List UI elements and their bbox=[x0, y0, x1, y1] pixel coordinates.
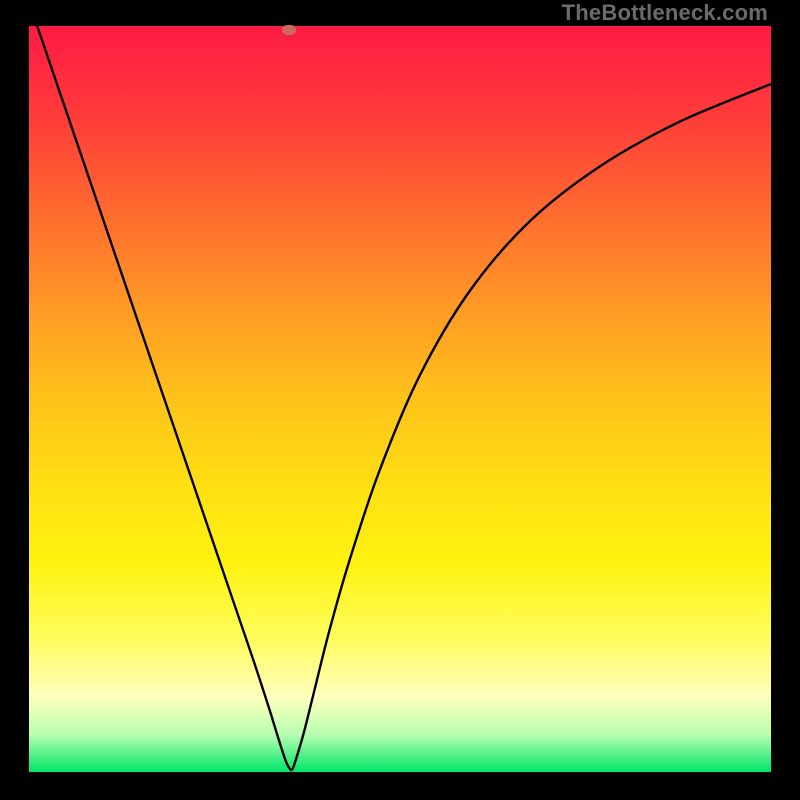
chart-frame: TheBottleneck.com bbox=[0, 0, 800, 800]
plot-area bbox=[29, 26, 771, 772]
optimum-marker bbox=[282, 25, 296, 35]
curve-svg bbox=[29, 26, 771, 772]
watermark-text: TheBottleneck.com bbox=[562, 0, 768, 26]
bottleneck-curve bbox=[29, 26, 771, 770]
